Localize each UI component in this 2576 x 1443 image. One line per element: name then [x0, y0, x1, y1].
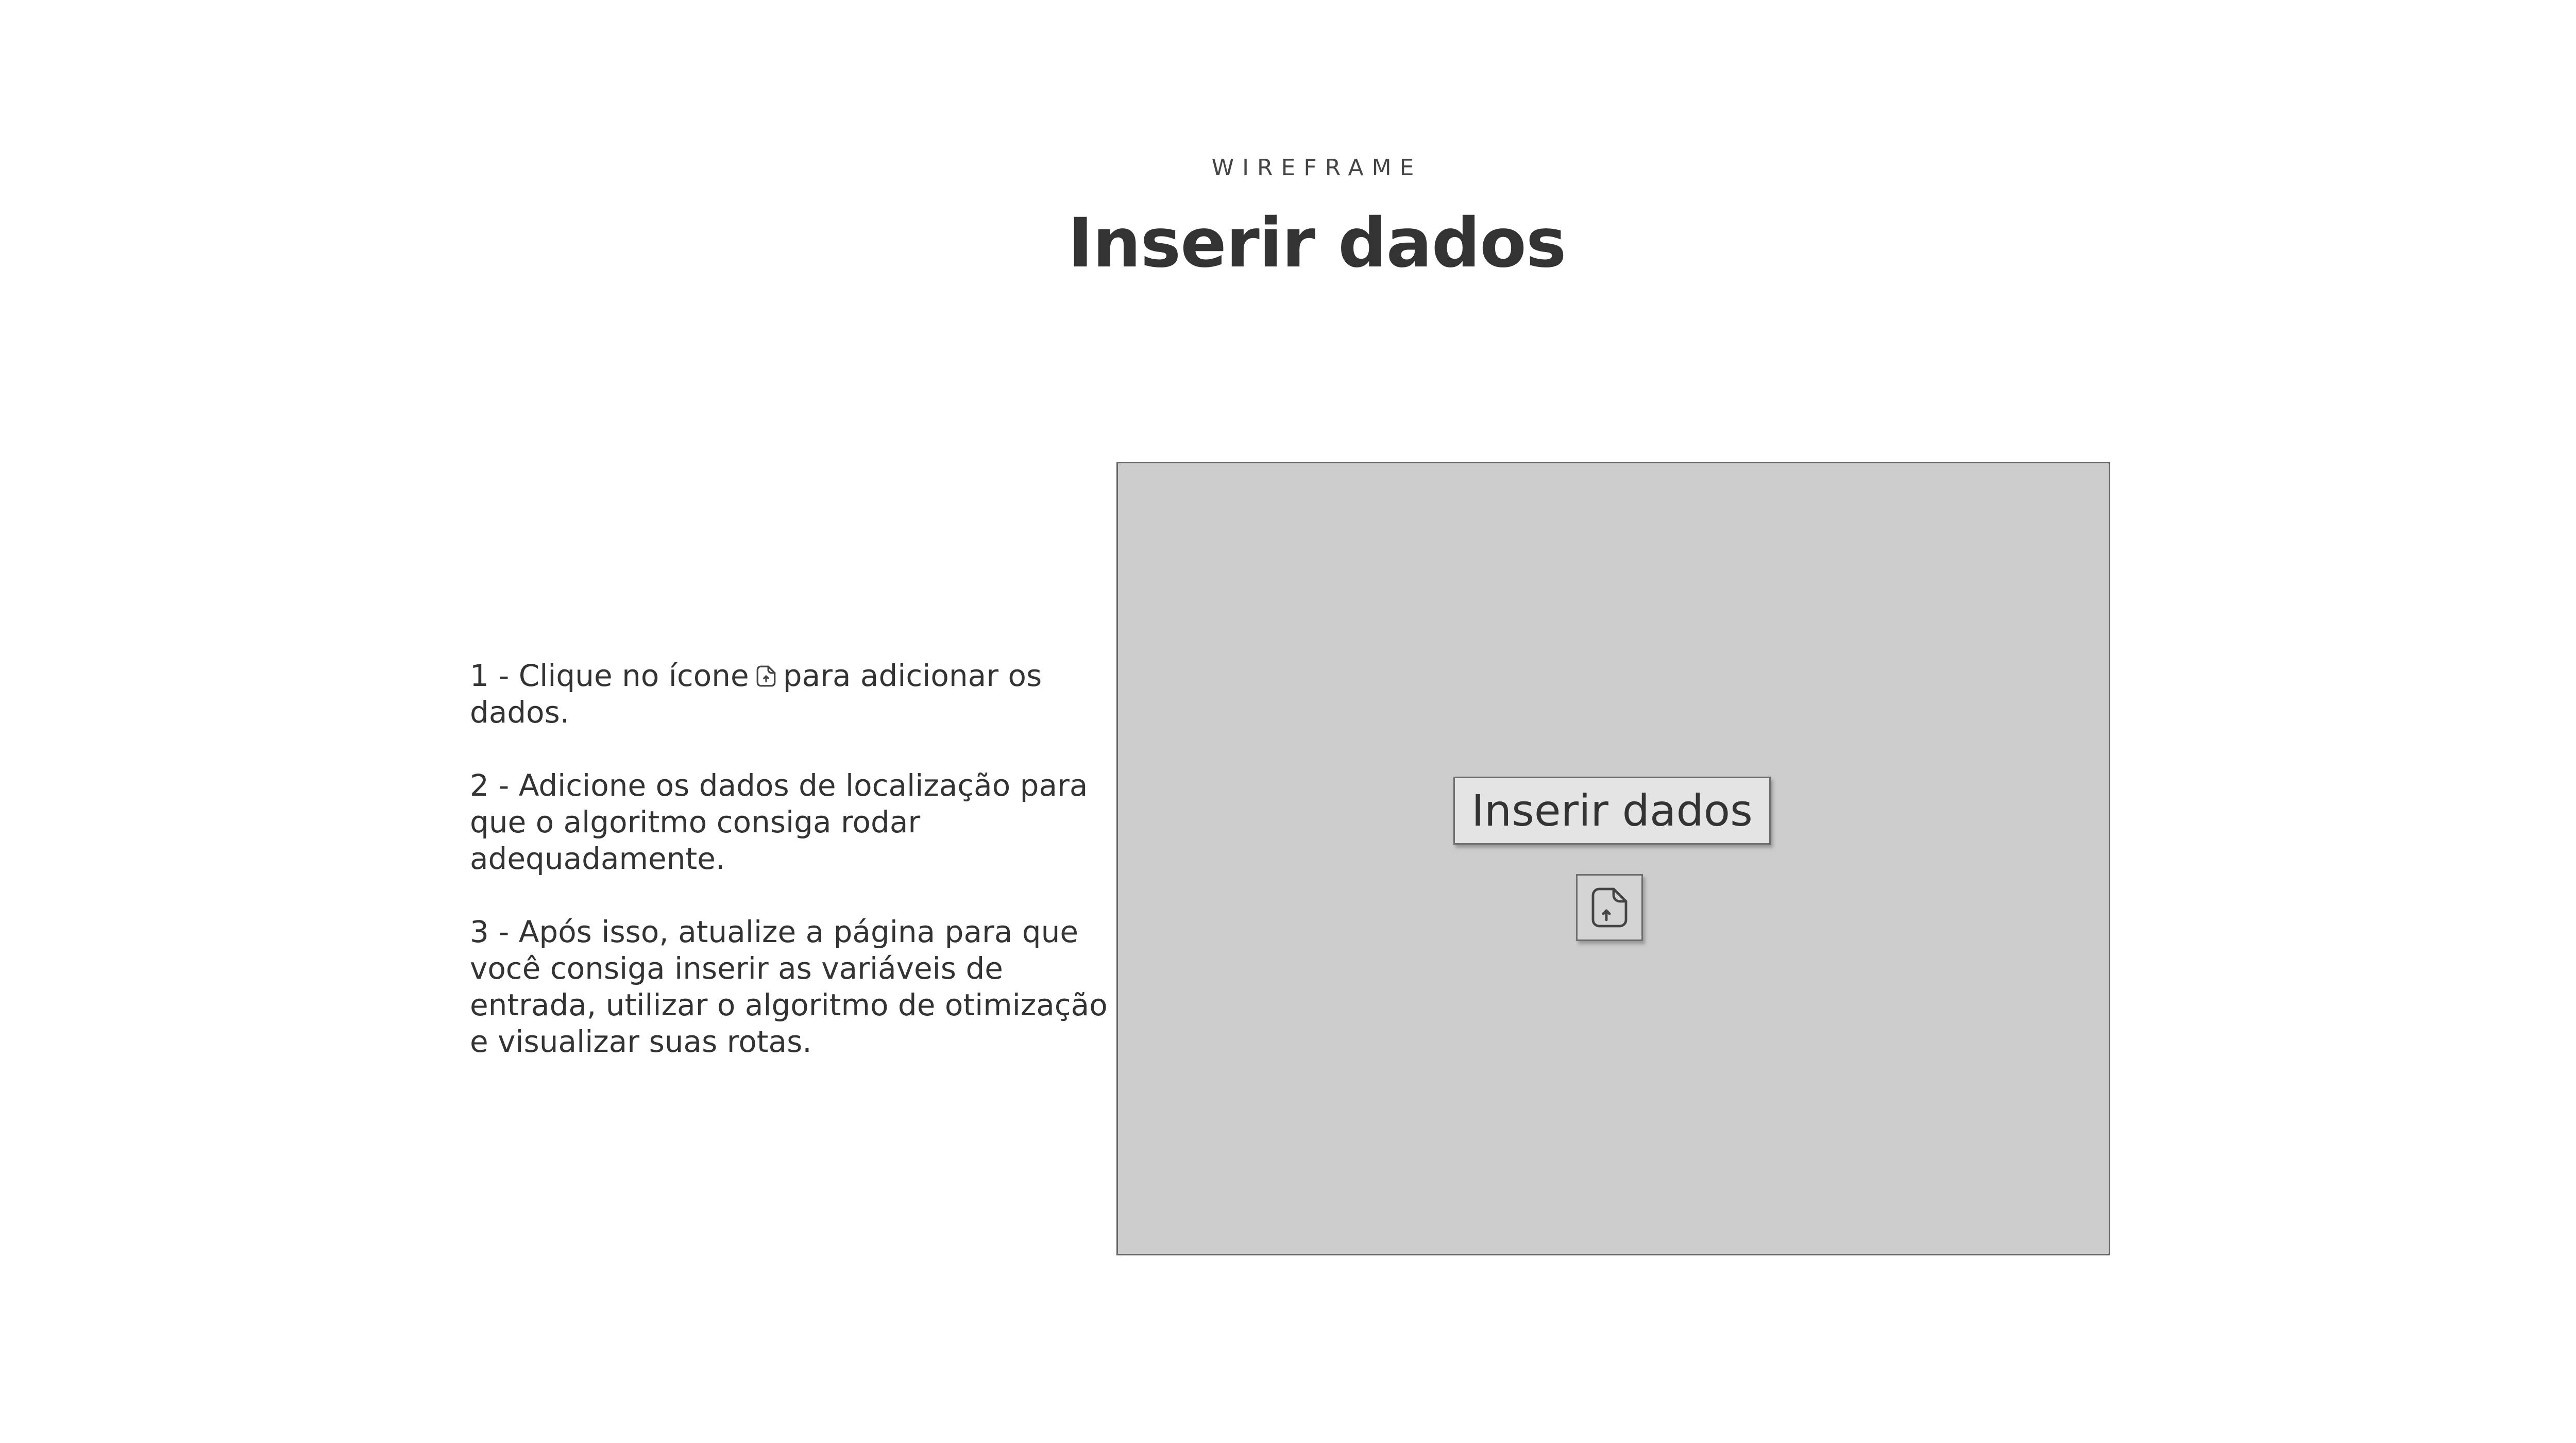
page-title: Inserir dados: [1067, 204, 1567, 283]
wireframe-page: WIREFRAME Inserir dados 1 - Clique no íc…: [0, 0, 2576, 1443]
instruction-step-3: 3 - Após isso, atualize a página para qu…: [470, 914, 1108, 1059]
instructions-panel: 1 - Clique no ícone para adicionar os dad…: [470, 658, 1109, 1097]
insert-data-button[interactable]: Inserir dados: [1453, 777, 1771, 845]
instruction-step-2: 2 - Adicione os dados de localização par…: [470, 768, 1088, 876]
instruction-step-1: 1 - Clique no ícone para adicionar os dad…: [470, 658, 1109, 731]
data-input-panel: Inserir dados: [1116, 462, 2110, 1255]
file-upload-icon: [753, 662, 779, 690]
eyebrow-label: WIREFRAME: [1211, 155, 1422, 181]
step-1-text-before: 1 - Clique no ícone: [470, 658, 749, 693]
file-upload-icon: [1591, 887, 1628, 928]
file-upload-button[interactable]: [1576, 874, 1643, 941]
